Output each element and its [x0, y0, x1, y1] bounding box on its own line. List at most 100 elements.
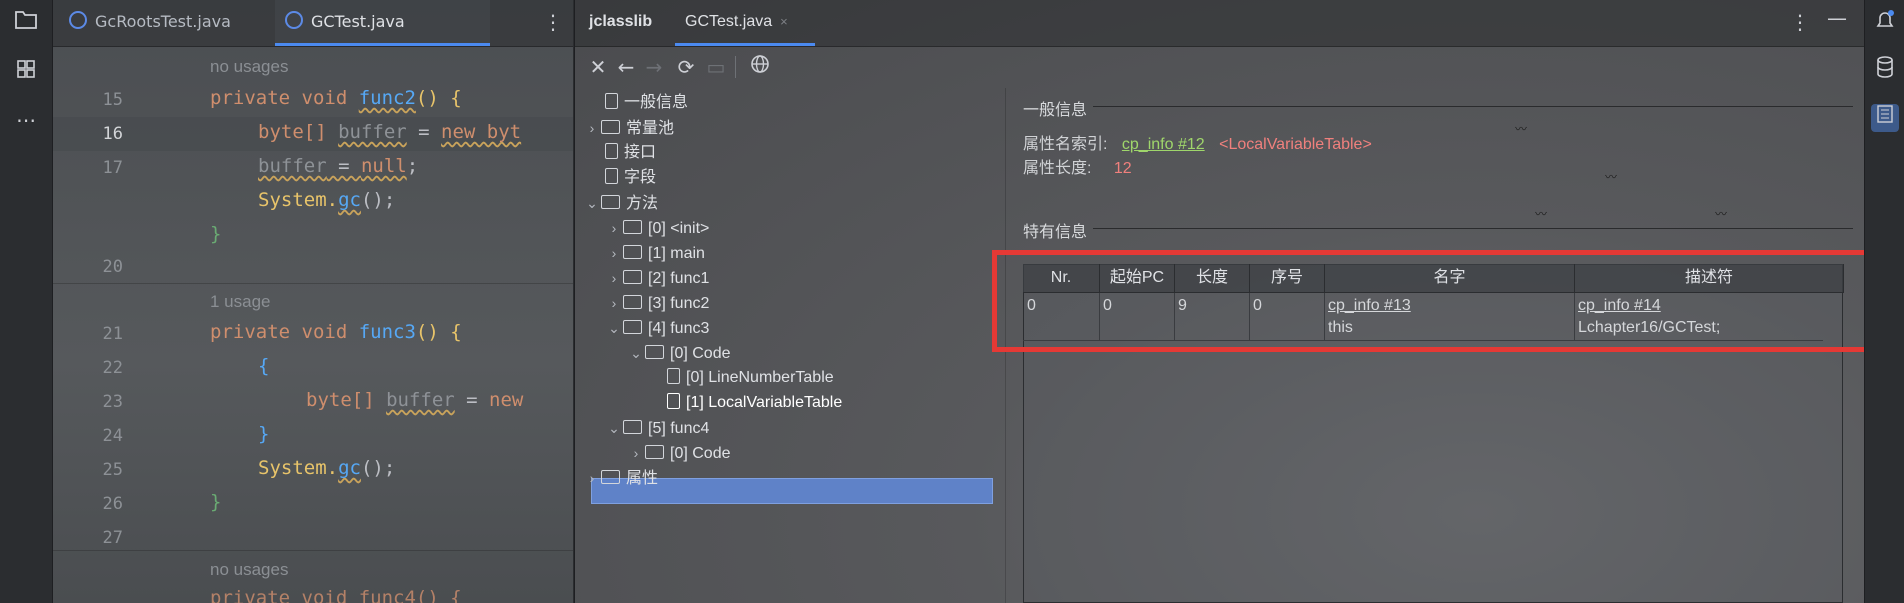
tree-node-methods[interactable]: ⌄ 方法: [583, 191, 658, 215]
line-number: 16: [102, 124, 123, 144]
more-icon[interactable]: ⋯: [12, 106, 40, 134]
line-number: 23: [102, 392, 123, 412]
cp-info-12-link[interactable]: cp_info #12: [1122, 136, 1205, 153]
right-tool-strip: [1864, 0, 1904, 603]
separator: [1093, 228, 1853, 229]
jclasslib-icon[interactable]: [1871, 104, 1899, 132]
file-icon: [605, 93, 618, 109]
java-class-icon: [69, 11, 87, 29]
code-line: System.gc();: [258, 189, 396, 211]
options-icon[interactable]: ⋮: [1790, 10, 1810, 34]
chevron-right-icon[interactable]: ›: [583, 466, 601, 490]
chevron-right-icon[interactable]: ›: [605, 241, 623, 265]
section-title: 特有信息: [1023, 224, 1088, 241]
code-line: byte[] buffer = new byt: [258, 121, 522, 143]
chevron-down-icon[interactable]: ⌄: [605, 316, 623, 340]
folder-icon: [601, 470, 620, 484]
jclasslib-toolbar: ✕ ← → ⟳ ▭: [575, 48, 1865, 86]
folder-icon: [623, 220, 642, 234]
code-line: byte[] buffer = new: [306, 389, 524, 411]
code-editor[interactable]: GcRootsTest.java GCTest.java ⋮ no usages…: [53, 0, 573, 603]
usage-hint[interactable]: 1 usage: [210, 292, 271, 312]
divider: [53, 550, 573, 551]
line-number: 24: [102, 426, 123, 446]
chevron-right-icon[interactable]: ›: [605, 266, 623, 290]
database-icon[interactable]: [1871, 56, 1899, 84]
line-number: 15: [102, 90, 123, 110]
tab-gctest-bytecode[interactable]: GCTest.java ×: [675, 0, 815, 46]
forward-icon[interactable]: →: [641, 54, 667, 80]
line-number: 25: [102, 460, 123, 480]
code-line: System.gc();: [258, 457, 396, 479]
chevron-down-icon[interactable]: ⌄: [583, 191, 601, 215]
editor-tab-bar: GcRootsTest.java GCTest.java ⋮: [53, 0, 573, 47]
folder-icon: [623, 320, 642, 334]
class-structure-tree[interactable]: 一般信息 › 常量池 接口 字段 ⌄ 方法 › [0] <init> › [1] mai…: [575, 88, 1005, 603]
chevron-right-icon[interactable]: ›: [605, 216, 623, 240]
tree-node-method-func4[interactable]: ⌄ [5] func4: [605, 416, 709, 440]
refresh-icon[interactable]: ⟳: [673, 54, 699, 80]
tool-window-title: jclasslib: [589, 13, 653, 30]
close-icon[interactable]: ×: [780, 14, 788, 29]
show-icon[interactable]: ▭: [703, 54, 729, 80]
close-icon[interactable]: ✕: [585, 54, 611, 80]
chevron-right-icon[interactable]: ›: [627, 441, 645, 465]
file-icon: [667, 393, 680, 409]
jclasslib-tab-bar: jclasslib GCTest.java × ⋮ —: [575, 0, 1865, 47]
tree-node-method-func2[interactable]: › [3] func2: [605, 291, 709, 315]
separator: [1093, 106, 1853, 107]
project-folder-icon[interactable]: [12, 8, 40, 36]
tree-node-code[interactable]: ⌄ [0] Code: [627, 341, 730, 365]
chevron-down-icon[interactable]: ⌄: [627, 341, 645, 365]
usage-hint[interactable]: no usages: [210, 57, 288, 77]
chevron-right-icon[interactable]: ›: [583, 116, 601, 140]
tab-options-icon[interactable]: ⋮: [543, 10, 563, 34]
line-number: 26: [102, 494, 123, 514]
back-icon[interactable]: ←: [613, 54, 639, 80]
folder-icon: [623, 245, 642, 259]
notifications-icon[interactable]: [1871, 8, 1899, 36]
code-line: private void func4() {: [210, 587, 462, 603]
folder-icon: [601, 195, 620, 209]
tree-node-general[interactable]: 一般信息: [605, 91, 688, 115]
web-icon[interactable]: [747, 54, 773, 80]
folder-icon: [645, 445, 664, 459]
folder-icon: [645, 345, 664, 359]
attr-name-index-row: 属性名索引: cp_info #12 <LocalVariableTable>: [1023, 136, 1372, 153]
usage-hint[interactable]: no usages: [210, 560, 288, 580]
line-number: 21: [102, 324, 123, 344]
structure-icon[interactable]: [12, 58, 40, 86]
line-number: 22: [102, 358, 123, 378]
chevron-right-icon[interactable]: ›: [605, 291, 623, 315]
section-title: 一般信息: [1023, 102, 1088, 119]
tree-node-attributes[interactable]: › 属性: [583, 466, 658, 490]
file-icon: [605, 143, 618, 159]
attr-name-value: <LocalVariableTable>: [1219, 136, 1372, 153]
folder-icon: [623, 420, 642, 434]
code-line: }: [210, 223, 222, 245]
minimize-icon[interactable]: —: [1827, 6, 1847, 30]
tree-node-method-main[interactable]: › [1] main: [605, 241, 705, 265]
line-number: 17: [102, 158, 123, 178]
tab-gctest[interactable]: GCTest.java: [275, 0, 490, 46]
line-number: 20: [102, 257, 123, 277]
tree-node-method-func3[interactable]: ⌄ [4] func3: [605, 316, 709, 340]
tree-node-local-variable-table[interactable]: [1] LocalVariableTable: [667, 391, 842, 415]
tree-node-line-number-table[interactable]: [0] LineNumberTable: [667, 366, 834, 390]
code-line: {: [258, 355, 270, 377]
tree-node-code[interactable]: › [0] Code: [627, 441, 730, 465]
tree-node-method-func1[interactable]: › [2] func1: [605, 266, 709, 290]
tree-node-method-init[interactable]: › [0] <init>: [605, 216, 709, 240]
tab-gcrootstest[interactable]: GcRootsTest.java: [69, 0, 269, 46]
attr-length-value: 12: [1113, 160, 1132, 177]
chevron-down-icon[interactable]: ⌄: [605, 416, 623, 440]
tree-node-fields[interactable]: 字段: [605, 166, 656, 190]
java-class-icon: [285, 11, 303, 29]
tree-node-interfaces[interactable]: 接口: [605, 141, 656, 165]
line-number: 27: [102, 528, 123, 548]
folder-icon: [601, 120, 620, 134]
highlight-annotation-box: [992, 250, 1882, 352]
code-line: }: [210, 491, 222, 513]
code-area[interactable]: no usages 15 private void func2() { 16 b…: [53, 47, 573, 603]
tree-node-constant-pool[interactable]: › 常量池: [583, 116, 674, 140]
